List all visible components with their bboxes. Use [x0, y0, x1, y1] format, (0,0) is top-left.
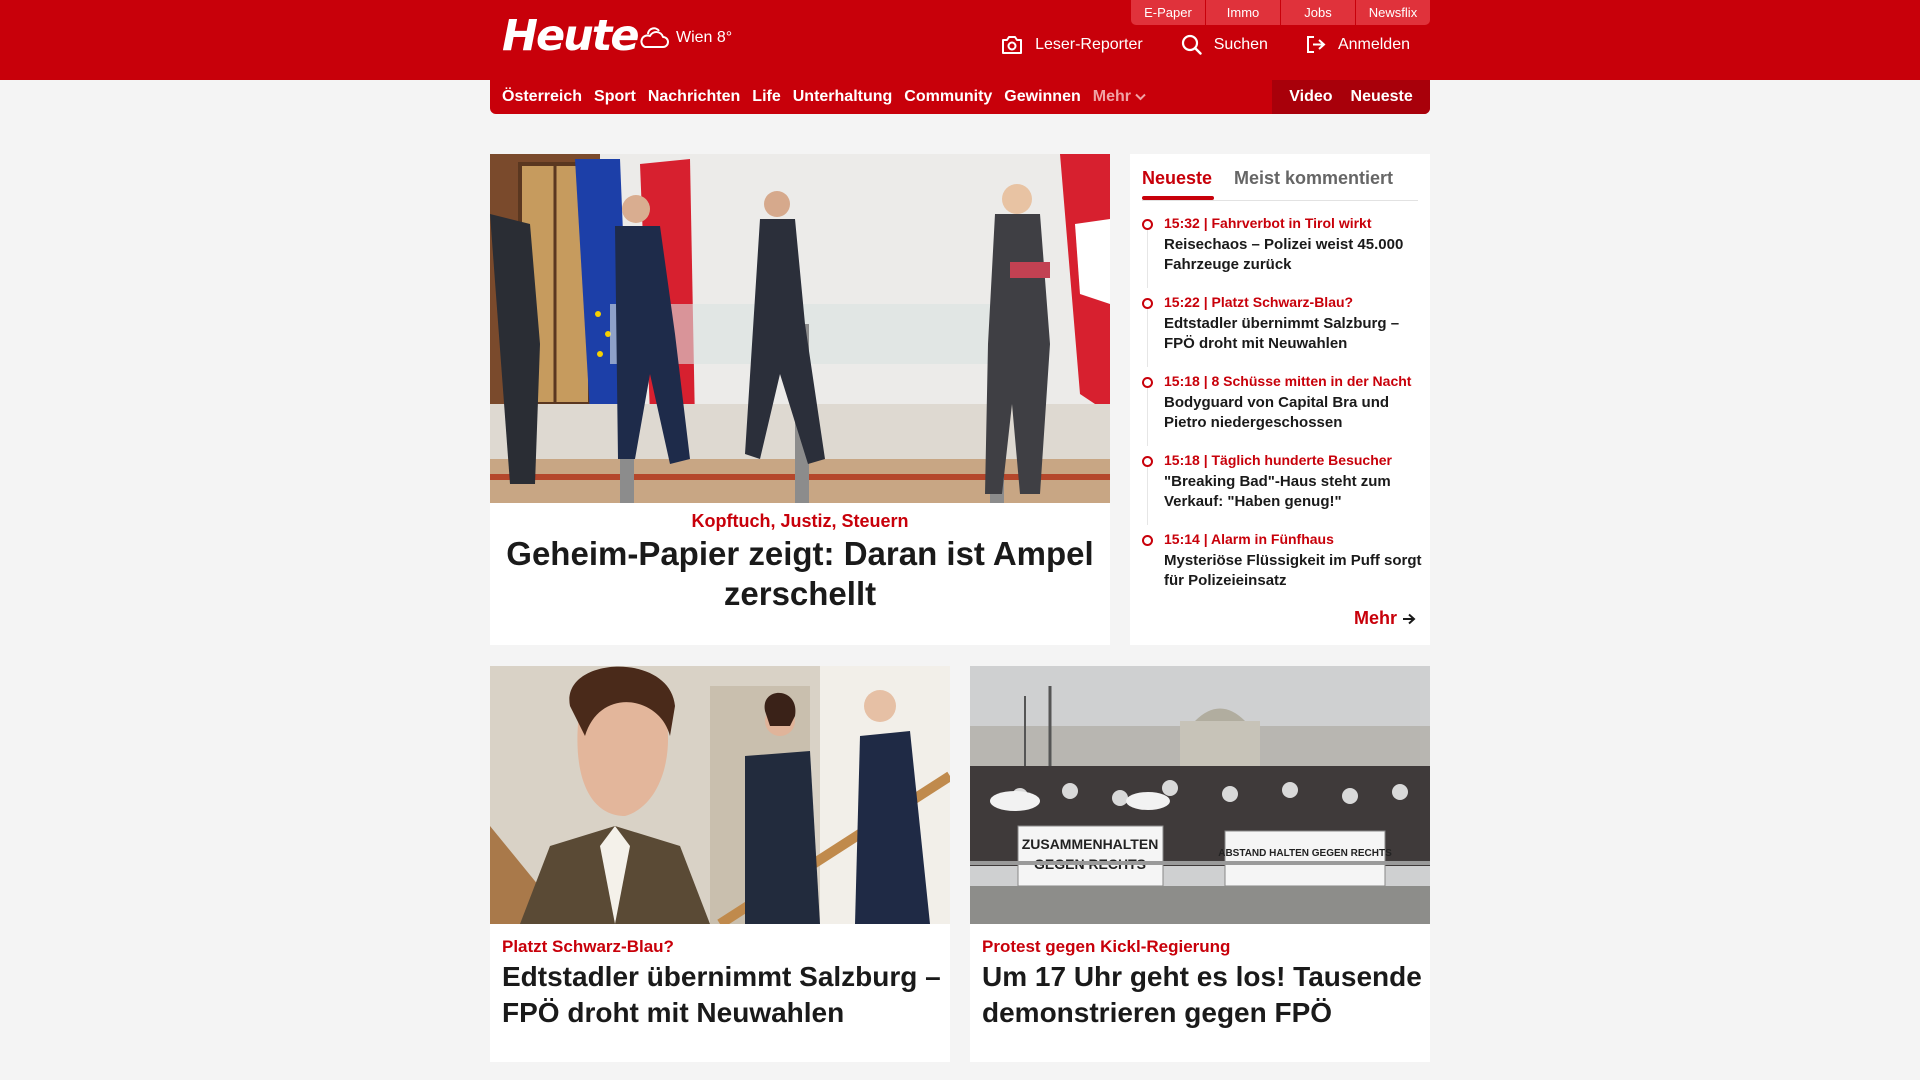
heute-logo[interactable]: Heute [502, 12, 639, 60]
news-title[interactable]: Bodyguard von Capital Bra und Pietro nie… [1164, 393, 1422, 433]
list-item[interactable]: 15:18 | Täglich hunderte Besucher "Break… [1142, 451, 1422, 530]
weather-text: Wien 8° [676, 29, 733, 46]
timeline-line [1147, 309, 1148, 367]
news-list: 15:32 | Fahrverbot in Tirol wirkt Reisec… [1142, 214, 1422, 609]
nav-item-community[interactable]: Community [904, 88, 992, 106]
list-item[interactable]: 15:32 | Fahrverbot in Tirol wirkt Reisec… [1142, 214, 1422, 293]
camera-icon [1002, 35, 1023, 54]
news-meta: 15:22 | Platzt Schwarz-Blau? [1164, 294, 1354, 310]
login-icon [1306, 36, 1326, 53]
news-title[interactable]: Reisechaos – Polizei weist 45.000 Fahrze… [1164, 235, 1422, 275]
nav-video[interactable]: Video [1289, 88, 1332, 106]
nav-item-nachrichten[interactable]: Nachrichten [648, 88, 740, 106]
card-photo-protest: ZUSAMMENHALTEN GEGEN RECHTS ABSTAND HALT… [970, 666, 1430, 924]
nav-item-oesterreich[interactable]: Österreich [502, 88, 582, 106]
nav-neueste[interactable]: Neueste [1351, 88, 1413, 106]
timeline-dot [1142, 219, 1153, 230]
top-link-newsflix[interactable]: Newsflix [1356, 0, 1430, 25]
card-photo-edtstadler [490, 666, 950, 924]
search-icon [1181, 34, 1202, 55]
cloud-sun-icon [640, 27, 669, 48]
nav-right: Video Neueste [1272, 80, 1430, 114]
list-item[interactable]: 15:18 | 8 Schüsse mitten in der Nacht Bo… [1142, 372, 1422, 451]
chevron-down-icon [1135, 93, 1146, 101]
banner-text-right: ABSTAND HALTEN GEGEN RECHTS [1218, 848, 1392, 859]
banner-text-left-1: ZUSAMMENHALTEN [1022, 836, 1159, 852]
hero-photo-press-conference [490, 154, 1110, 503]
sidebar-tabs: Neueste Meist kommentiert [1142, 162, 1418, 201]
search-label: Suchen [1213, 35, 1268, 53]
article-card[interactable]: ZUSAMMENHALTEN GEGEN RECHTS ABSTAND HALT… [970, 666, 1430, 1062]
more-news-link[interactable]: Mehr [1354, 608, 1416, 629]
main-nav: Österreich Sport Nachrichten Life Unterh… [490, 80, 1430, 114]
timeline-line [1147, 388, 1148, 446]
search-button[interactable]: Suchen [1181, 34, 1268, 55]
card-headline[interactable]: Edtstadler übernimmt Salzburg – FPÖ droh… [502, 959, 942, 1031]
top-link-immo[interactable]: Immo [1206, 0, 1280, 25]
timeline-dot [1142, 456, 1153, 467]
timeline-dot [1142, 535, 1153, 546]
card-kicker: Platzt Schwarz-Blau? [502, 937, 674, 956]
nav-item-gewinnen[interactable]: Gewinnen [1004, 88, 1080, 106]
active-tab-indicator [1142, 196, 1214, 200]
hero-kicker: Kopftuch, Justiz, Steuern [691, 511, 909, 531]
news-title[interactable]: Mysteriöse Flüssigkeit im Puff sorgt für… [1164, 551, 1422, 591]
nav-more-dropdown[interactable]: Mehr [1093, 88, 1146, 106]
nav-item-unterhaltung[interactable]: Unterhaltung [793, 88, 893, 106]
hero-headline[interactable]: Geheim-Papier zeigt: Daran ist Ampel zer… [500, 534, 1100, 614]
leser-reporter-label: Leser-Reporter [1035, 35, 1143, 53]
card-kicker: Protest gegen Kickl-Regierung [982, 937, 1231, 956]
more-label: Mehr [1353, 608, 1397, 628]
list-item[interactable]: 15:22 | Platzt Schwarz-Blau? Edtstadler … [1142, 293, 1422, 372]
article-card[interactable]: Platzt Schwarz-Blau? Edtstadler übernimm… [490, 666, 950, 1062]
weather-widget[interactable]: Wien 8° [638, 25, 732, 51]
nav-more-label: Mehr [1092, 88, 1131, 105]
top-link-jobs[interactable]: Jobs [1281, 0, 1355, 25]
timeline-dot [1142, 377, 1153, 388]
list-item[interactable]: 15:14 | Alarm in Fünfhaus Mysteriöse Flü… [1142, 530, 1422, 609]
timeline-line [1147, 230, 1148, 288]
login-button[interactable]: Anmelden [1306, 35, 1410, 54]
site-header: Heute Wien 8° E-Paper Immo Jobs Newsflix… [0, 0, 1920, 80]
top-link-epaper[interactable]: E-Paper [1131, 0, 1205, 25]
timeline-dot [1142, 298, 1153, 309]
news-meta: 15:18 | 8 Schüsse mitten in der Nacht [1164, 373, 1412, 389]
top-links: E-Paper Immo Jobs Newsflix [1130, 0, 1430, 25]
news-title[interactable]: Edtstadler übernimmt Salzburg – FPÖ droh… [1164, 314, 1422, 354]
timeline-line [1147, 467, 1148, 525]
news-meta: 15:18 | Täglich hunderte Besucher [1164, 452, 1392, 468]
login-label: Anmelden [1337, 35, 1410, 53]
hero-article[interactable]: Kopftuch, Justiz, Steuern Geheim-Papier … [490, 154, 1110, 645]
news-meta: 15:32 | Fahrverbot in Tirol wirkt [1164, 215, 1372, 231]
card-headline[interactable]: Um 17 Uhr geht es los! Tausende demonstr… [982, 959, 1422, 1031]
header-inner: Heute Wien 8° E-Paper Immo Jobs Newsflix… [490, 0, 1430, 80]
tab-neueste[interactable]: Neueste [1142, 168, 1212, 189]
nav-item-sport[interactable]: Sport [594, 88, 636, 106]
arrow-right-icon [1403, 613, 1416, 624]
tab-meist-kommentiert[interactable]: Meist kommentiert [1234, 168, 1393, 189]
nav-item-life[interactable]: Life [752, 88, 780, 106]
nav-items: Österreich Sport Nachrichten Life Unterh… [502, 80, 1158, 114]
header-tools: Leser-Reporter Suchen Anmelden [963, 34, 1410, 55]
news-meta: 15:14 | Alarm in Fünfhaus [1164, 531, 1334, 547]
news-ticker-sidebar: Neueste Meist kommentiert 15:32 | Fahrve… [1130, 154, 1430, 645]
news-title[interactable]: "Breaking Bad"-Haus steht zum Verkauf: "… [1164, 472, 1422, 512]
leser-reporter-button[interactable]: Leser-Reporter [1001, 35, 1143, 54]
